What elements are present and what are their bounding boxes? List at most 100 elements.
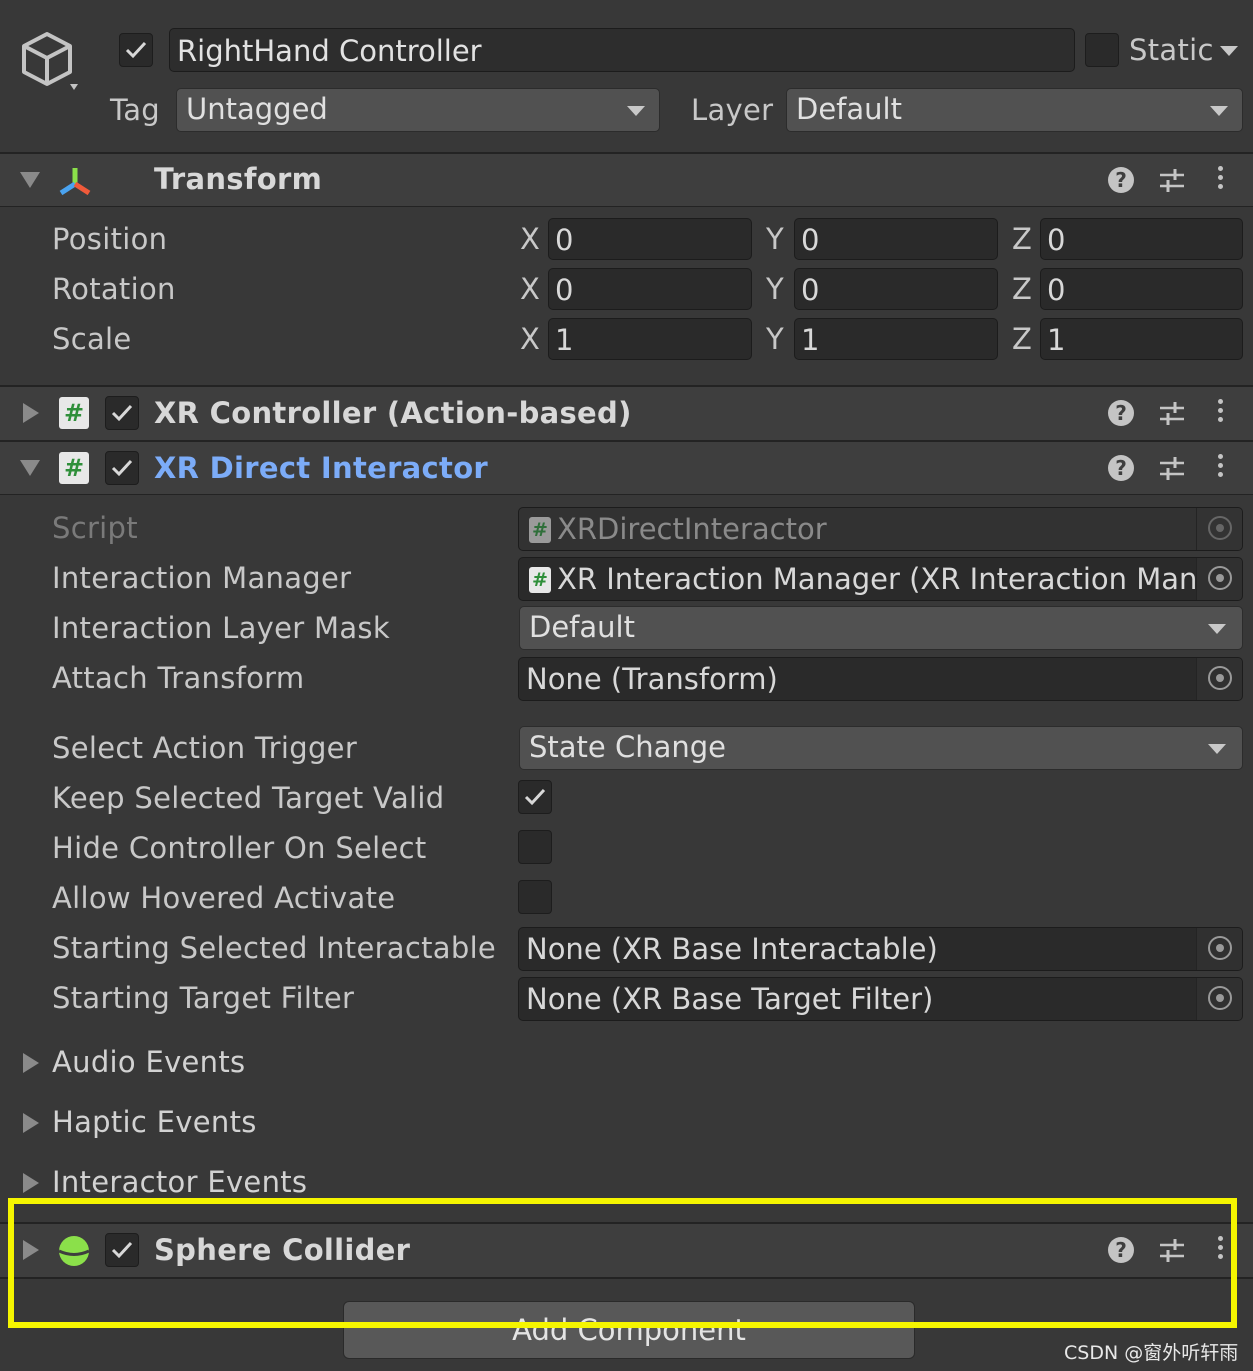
xr-direct-header[interactable]: # XR Direct Interactor ? [0, 442, 1253, 494]
value: 0 [1047, 273, 1066, 307]
rotation-z-input[interactable]: 0 [1040, 268, 1243, 310]
foldout-collapsed-icon[interactable] [23, 1053, 39, 1073]
more-options-icon[interactable] [1218, 454, 1224, 481]
y-axis-label: Y [766, 322, 784, 356]
preset-sliders-icon[interactable] [1158, 399, 1186, 427]
interaction-manager-value: XR Interaction Manager (XR Interaction M… [557, 562, 1196, 596]
x-axis-label: X [520, 272, 540, 306]
script-field: # XRDirectInteractor [518, 507, 1243, 551]
position-y-input[interactable]: 0 [794, 218, 998, 260]
rotation-x-input[interactable]: 0 [548, 268, 752, 310]
preset-sliders-icon[interactable] [1158, 166, 1186, 194]
foldout-collapsed-icon[interactable] [23, 1173, 39, 1193]
allow-hovered-checkbox[interactable] [518, 880, 552, 914]
object-picker-button[interactable] [1196, 558, 1242, 600]
static-label: Static [1129, 33, 1214, 67]
static-dropdown-caret[interactable] [1220, 46, 1238, 56]
audio-events-foldout[interactable]: Audio Events [52, 1045, 245, 1079]
keep-selected-checkbox[interactable] [518, 780, 552, 814]
object-picker-button[interactable] [1196, 928, 1242, 970]
value: 0 [801, 223, 820, 257]
object-picker-icon [1208, 516, 1232, 540]
value: 1 [555, 323, 574, 357]
starting-selected-label: Starting Selected Interactable [52, 931, 497, 965]
transform-axis-icon [59, 168, 91, 196]
layer-mask-label: Interaction Layer Mask [52, 611, 390, 645]
object-name-input[interactable]: RightHand Controller [169, 28, 1075, 72]
help-icon[interactable]: ? [1108, 455, 1134, 481]
help-icon[interactable]: ? [1108, 167, 1134, 193]
xr-direct-enabled-checkbox[interactable] [105, 451, 139, 485]
starting-filter-label: Starting Target Filter [52, 981, 355, 1015]
starting-selected-field[interactable]: None (XR Base Interactable) [518, 927, 1243, 971]
attach-transform-label: Attach Transform [52, 661, 305, 695]
static-checkbox[interactable] [1085, 33, 1119, 67]
script-label: Script [52, 511, 138, 545]
interaction-manager-field[interactable]: # XR Interaction Manager (XR Interaction… [518, 557, 1243, 601]
object-picker-icon [1208, 936, 1232, 960]
chevron-down-icon [1210, 106, 1228, 116]
interactor-events-foldout[interactable]: Interactor Events [52, 1165, 307, 1199]
value: 0 [1047, 223, 1066, 257]
foldout-expanded-icon[interactable] [20, 460, 40, 476]
object-picker-icon [1208, 666, 1232, 690]
divider [0, 206, 1253, 207]
value: 0 [555, 273, 574, 307]
scale-label: Scale [52, 322, 132, 356]
select-trigger-label: Select Action Trigger [52, 731, 358, 765]
xr-controller-header[interactable]: # XR Controller (Action-based) ? [0, 387, 1253, 440]
checkmark-icon [125, 41, 147, 59]
value: 0 [555, 223, 574, 257]
keep-selected-label: Keep Selected Target Valid [52, 781, 445, 815]
object-picker-button [1196, 508, 1242, 550]
layer-mask-dropdown[interactable]: Default [519, 606, 1243, 650]
help-icon[interactable]: ? [1108, 400, 1134, 426]
position-label: Position [52, 222, 168, 256]
attach-transform-field[interactable]: None (Transform) [518, 657, 1243, 701]
select-trigger-value: State Change [529, 730, 727, 764]
starting-filter-field[interactable]: None (XR Base Target Filter) [518, 977, 1243, 1021]
object-picker-icon [1208, 986, 1232, 1010]
divider [0, 494, 1253, 495]
layer-label: Layer [691, 93, 774, 127]
starting-selected-value: None (XR Base Interactable) [526, 932, 938, 966]
position-z-input[interactable]: 0 [1040, 218, 1243, 260]
hide-controller-checkbox[interactable] [518, 830, 552, 864]
script-hash-icon: # [59, 452, 89, 484]
object-picker-button[interactable] [1196, 978, 1242, 1020]
x-axis-label: X [520, 322, 540, 356]
layer-dropdown[interactable]: Default [786, 88, 1243, 132]
checkmark-icon [111, 459, 133, 477]
haptic-events-foldout[interactable]: Haptic Events [52, 1105, 257, 1139]
allow-hovered-label: Allow Hovered Activate [52, 881, 396, 915]
select-trigger-dropdown[interactable]: State Change [519, 726, 1243, 770]
tag-value: Untagged [186, 92, 328, 126]
active-checkbox[interactable] [119, 33, 153, 67]
xr-controller-enabled-checkbox[interactable] [105, 396, 139, 430]
script-hash-icon: # [529, 567, 551, 593]
more-options-icon[interactable] [1218, 399, 1224, 426]
preset-sliders-icon[interactable] [1158, 454, 1186, 482]
foldout-collapsed-icon[interactable] [23, 403, 39, 423]
rotation-y-input[interactable]: 0 [794, 268, 998, 310]
foldout-collapsed-icon[interactable] [23, 1113, 39, 1133]
z-axis-label: Z [1012, 222, 1032, 256]
scale-z-input[interactable]: 1 [1040, 318, 1243, 360]
script-hash-icon: # [59, 397, 89, 429]
chevron-down-icon [1208, 744, 1226, 754]
scale-y-input[interactable]: 1 [794, 318, 998, 360]
foldout-expanded-icon[interactable] [20, 172, 40, 188]
transform-title: Transform [154, 162, 323, 196]
value: 1 [801, 323, 820, 357]
transform-header[interactable]: Transform ? [0, 154, 1253, 206]
object-picker-button[interactable] [1196, 658, 1242, 700]
position-x-input[interactable]: 0 [548, 218, 752, 260]
value: 1 [1047, 323, 1066, 357]
tag-dropdown[interactable]: Untagged [176, 88, 660, 132]
highlight-box [8, 1198, 1237, 1328]
scale-x-input[interactable]: 1 [548, 318, 752, 360]
x-axis-label: X [520, 222, 540, 256]
more-options-icon[interactable] [1218, 166, 1224, 193]
gameobject-icon[interactable] [20, 28, 80, 94]
starting-filter-value: None (XR Base Target Filter) [526, 982, 934, 1016]
